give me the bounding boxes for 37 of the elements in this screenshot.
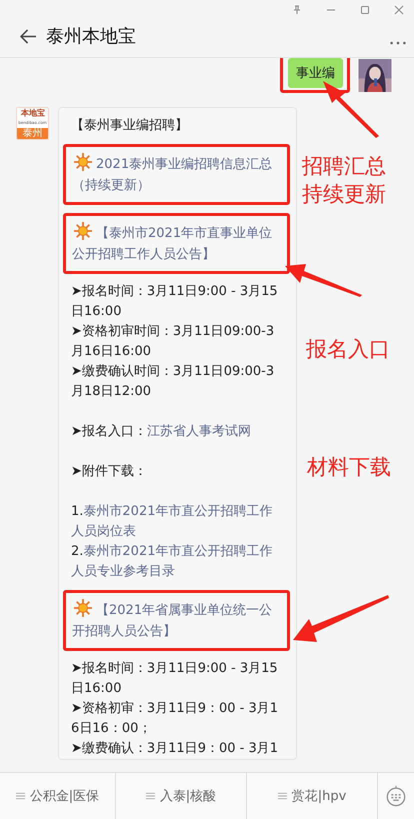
annotation-text: 材料下载	[307, 454, 392, 481]
sent-message: 事业编	[288, 58, 343, 88]
back-arrow-icon[interactable]	[20, 28, 37, 44]
menu-tab[interactable]: 入泰|核酸	[116, 773, 247, 819]
message-line: ➤缴费确认时间：3月11日09:00-3月18日12:00	[71, 363, 276, 401]
sun-icon	[74, 153, 92, 171]
window-title: 泰州本地宝	[46, 25, 137, 48]
article-link[interactable]: 【泰州市2021年市直事业单位公开招聘工作人员公告】	[63, 213, 290, 274]
menu-tab[interactable]: 赏花|hpv	[247, 773, 378, 819]
sun-icon	[74, 222, 92, 240]
message-line: ➤报名入口：江苏省人事考试网	[71, 423, 252, 441]
text-link[interactable]: 江苏省人事考试网	[146, 424, 251, 439]
sun-icon	[74, 599, 92, 617]
message-line: ➤报名时间：3月11日9:00 - 3月15日16:00	[71, 660, 279, 698]
document-link[interactable]: 1.泰州市2021年市直公开招聘工作人员岗位表	[71, 502, 282, 542]
message-line: ➤附件下载：	[71, 463, 148, 481]
message-line: ➤报名时间：3月11日9:00 - 3月15日16:00	[71, 283, 279, 321]
message-line: ➤资格初审：3月11日9：00 - 3月16日16：00；	[71, 700, 280, 738]
annotation-text: 招聘汇总持续更新	[302, 153, 387, 208]
menu-icon	[278, 792, 287, 800]
pin-icon[interactable]	[292, 5, 302, 15]
message-heading: 【泰州事业编招聘】	[71, 117, 189, 135]
article-link[interactable]: 【2021年省属事业单位统一公开招聘人员公告】	[63, 590, 290, 651]
message-line: ➤缴费确认：3月11日9：00 - 3月1	[71, 740, 280, 758]
menu-icon	[16, 792, 25, 800]
message-line: ➤资格初审时间：3月11日09:00-3月16日16:00	[71, 323, 276, 361]
keyboard-icon[interactable]	[385, 785, 407, 807]
article-link[interactable]: 2021泰州事业编招聘信息汇总（持续更新）	[63, 144, 290, 205]
menu-icon	[146, 792, 155, 800]
menu-tab[interactable]: 公积金|医保	[0, 773, 116, 819]
annotation-text: 报名入口	[306, 336, 391, 363]
logo-city: 泰州	[17, 128, 48, 139]
close-icon[interactable]	[394, 5, 404, 15]
logo-brand: 本地宝	[20, 109, 44, 119]
more-icon[interactable]	[390, 41, 406, 45]
document-link[interactable]: 2.泰州市2021年市直公开招聘工作人员专业参考目录	[71, 542, 282, 582]
maximize-icon[interactable]	[360, 5, 370, 15]
